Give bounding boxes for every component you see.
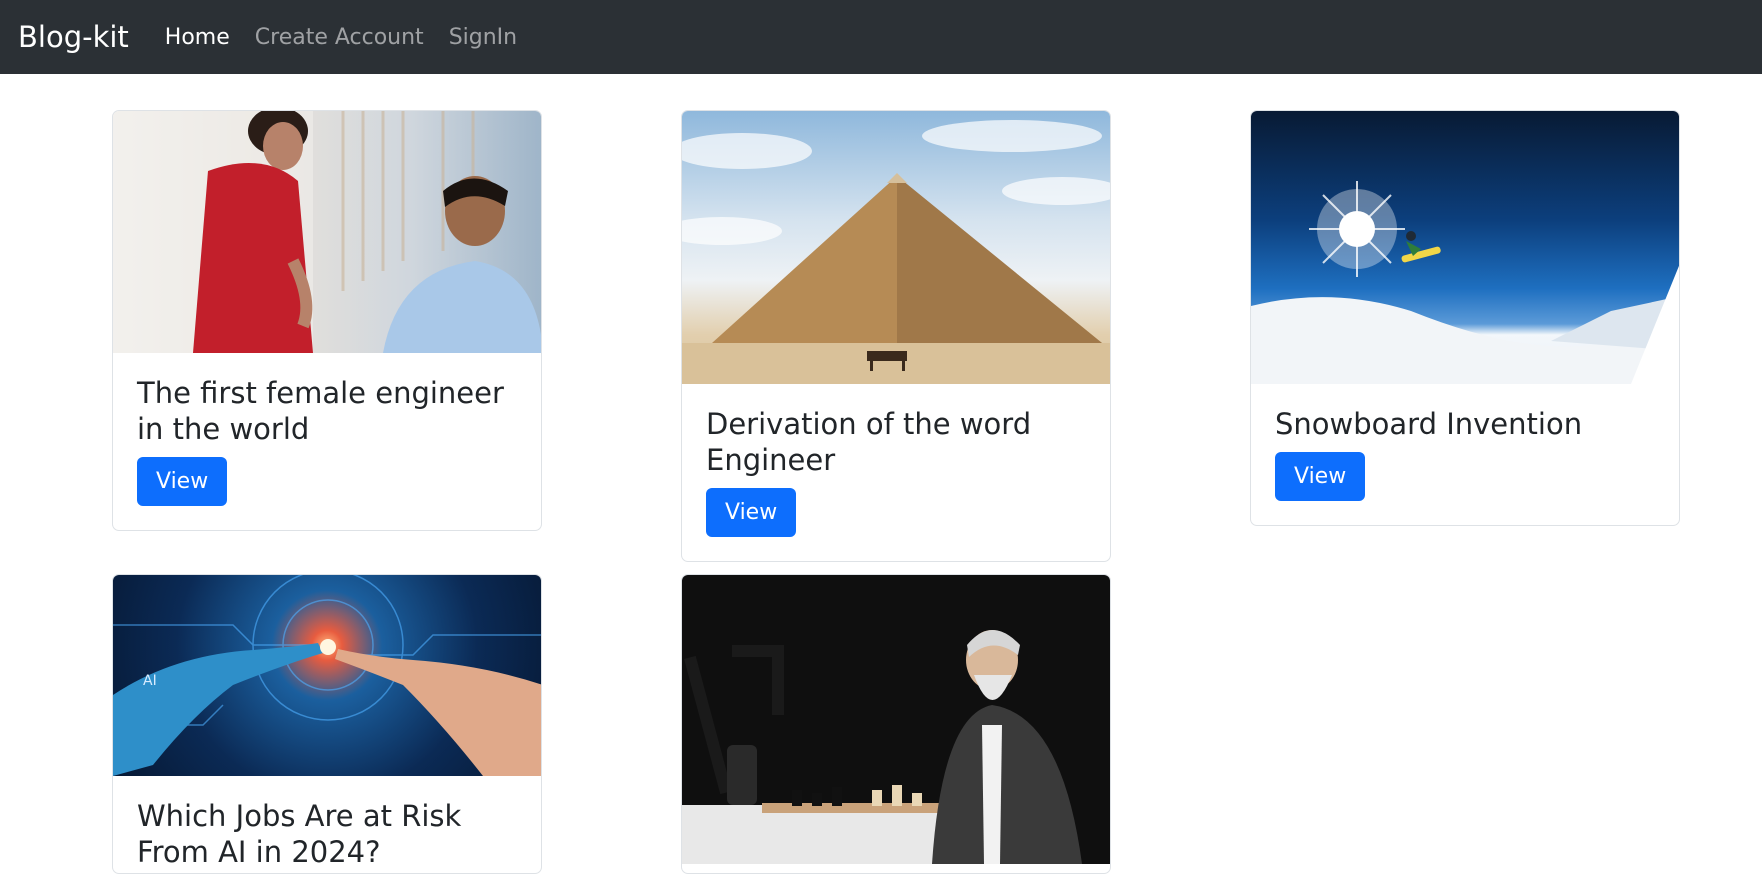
post-card (681, 574, 1111, 874)
nav-home-link[interactable]: Home (165, 25, 230, 50)
robot-arm-chess-icon (682, 630, 1082, 864)
view-button[interactable]: View (137, 457, 228, 506)
post-card: Snowboard Invention View (1250, 110, 1680, 526)
view-button[interactable]: View (1275, 452, 1366, 501)
post-title: Snowboard Invention (1275, 407, 1583, 441)
pyramid-desert-icon (682, 120, 1110, 384)
post-card: The first female engineer in the world V… (112, 110, 542, 531)
post-title: The first female engineer in the world (137, 376, 504, 446)
nav-create-account-link[interactable]: Create Account (255, 25, 424, 50)
post-image (1251, 111, 1679, 384)
svg-text:AI: AI (143, 673, 157, 689)
nav-signin-link[interactable]: SignIn (449, 25, 517, 50)
post-image (682, 575, 1110, 864)
robot-human-hand-touch-icon: AI (113, 575, 541, 776)
navbar: Blog-kit Home Create Account SignIn (0, 0, 1762, 74)
post-image (113, 111, 541, 353)
post-image (682, 111, 1110, 384)
post-card: AI Which Jobs Are at Risk From AI in 202… (112, 574, 542, 874)
post-card: Derivation of the word Engineer View (681, 110, 1111, 562)
post-image: AI (113, 575, 541, 776)
brand-link[interactable]: Blog-kit (18, 20, 129, 54)
post-title: Which Jobs Are at Risk From AI in 2024? (137, 799, 462, 869)
view-button[interactable]: View (706, 488, 797, 537)
post-title: Derivation of the word Engineer (706, 407, 1032, 477)
woman-and-man-office-icon (113, 111, 541, 353)
snowboarder-jump-icon (1251, 181, 1679, 384)
